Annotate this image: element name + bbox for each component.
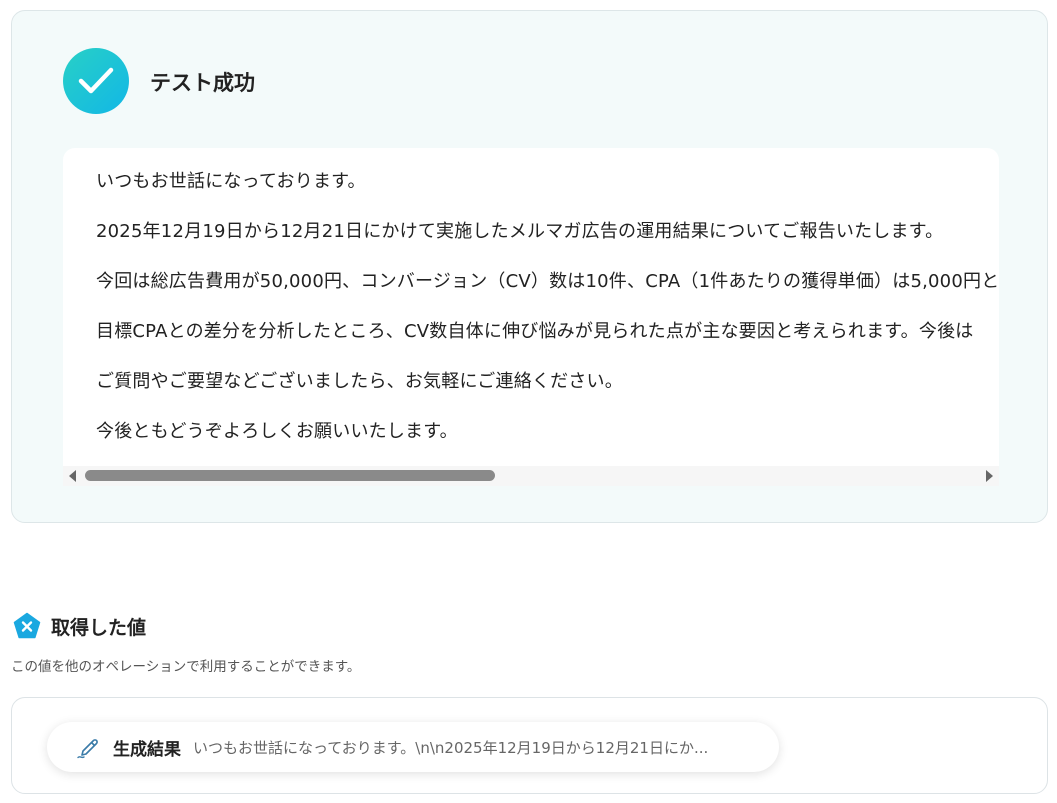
obtained-values-header: 取得した値 bbox=[13, 612, 146, 640]
generated-result-item[interactable]: 生成結果 いつもお世話になっております。\n\n2025年12月19日から12月… bbox=[47, 722, 779, 772]
generated-result-value: いつもお世話になっております。\n\n2025年12月19日から12月21日にか… bbox=[193, 738, 709, 757]
obtained-values-card: 生成結果 いつもお世話になっております。\n\n2025年12月19日から12月… bbox=[11, 697, 1048, 794]
pentagon-x-icon bbox=[13, 612, 41, 639]
message-line: 今後ともどうぞよろしくお願いいたします。 bbox=[96, 421, 458, 442]
obtained-values-description: この値を他のオペレーションで利用することができます。 bbox=[11, 659, 361, 675]
test-success-title: テスト成功 bbox=[150, 71, 255, 95]
message-line: 今回は総広告費用が50,000円、コンバージョン（CV）数は10件、CPA（1件… bbox=[96, 271, 999, 292]
message-line: 目標CPAとの差分を分析したところ、CV数自体に伸び悩みが見られた点が主な要因と… bbox=[96, 321, 974, 342]
message-line: いつもお世話になっております。 bbox=[96, 171, 366, 192]
generated-message-box: いつもお世話になっております。 2025年12月19日から12月21日にかけて実… bbox=[63, 148, 999, 486]
obtained-values-title: 取得した値 bbox=[51, 616, 147, 639]
message-line: ご質問やご要望などございましたら、お気軽にご連絡ください。 bbox=[96, 371, 623, 392]
test-success-card: テスト成功 いつもお世話になっております。 2025年12月19日から12月21… bbox=[11, 10, 1048, 523]
message-line: 2025年12月19日から12月21日にかけて実施したメルマガ広告の運用結果につ… bbox=[96, 221, 944, 242]
check-icon bbox=[63, 48, 129, 114]
scroll-left-arrow-icon[interactable] bbox=[69, 470, 76, 482]
generated-result-label: 生成結果 bbox=[113, 739, 181, 760]
horizontal-scrollbar[interactable] bbox=[63, 466, 999, 486]
scrollbar-thumb[interactable] bbox=[85, 470, 495, 481]
pen-icon bbox=[77, 739, 98, 759]
scroll-right-arrow-icon[interactable] bbox=[986, 470, 993, 482]
message-lines: いつもお世話になっております。 2025年12月19日から12月21日にかけて実… bbox=[96, 170, 999, 470]
